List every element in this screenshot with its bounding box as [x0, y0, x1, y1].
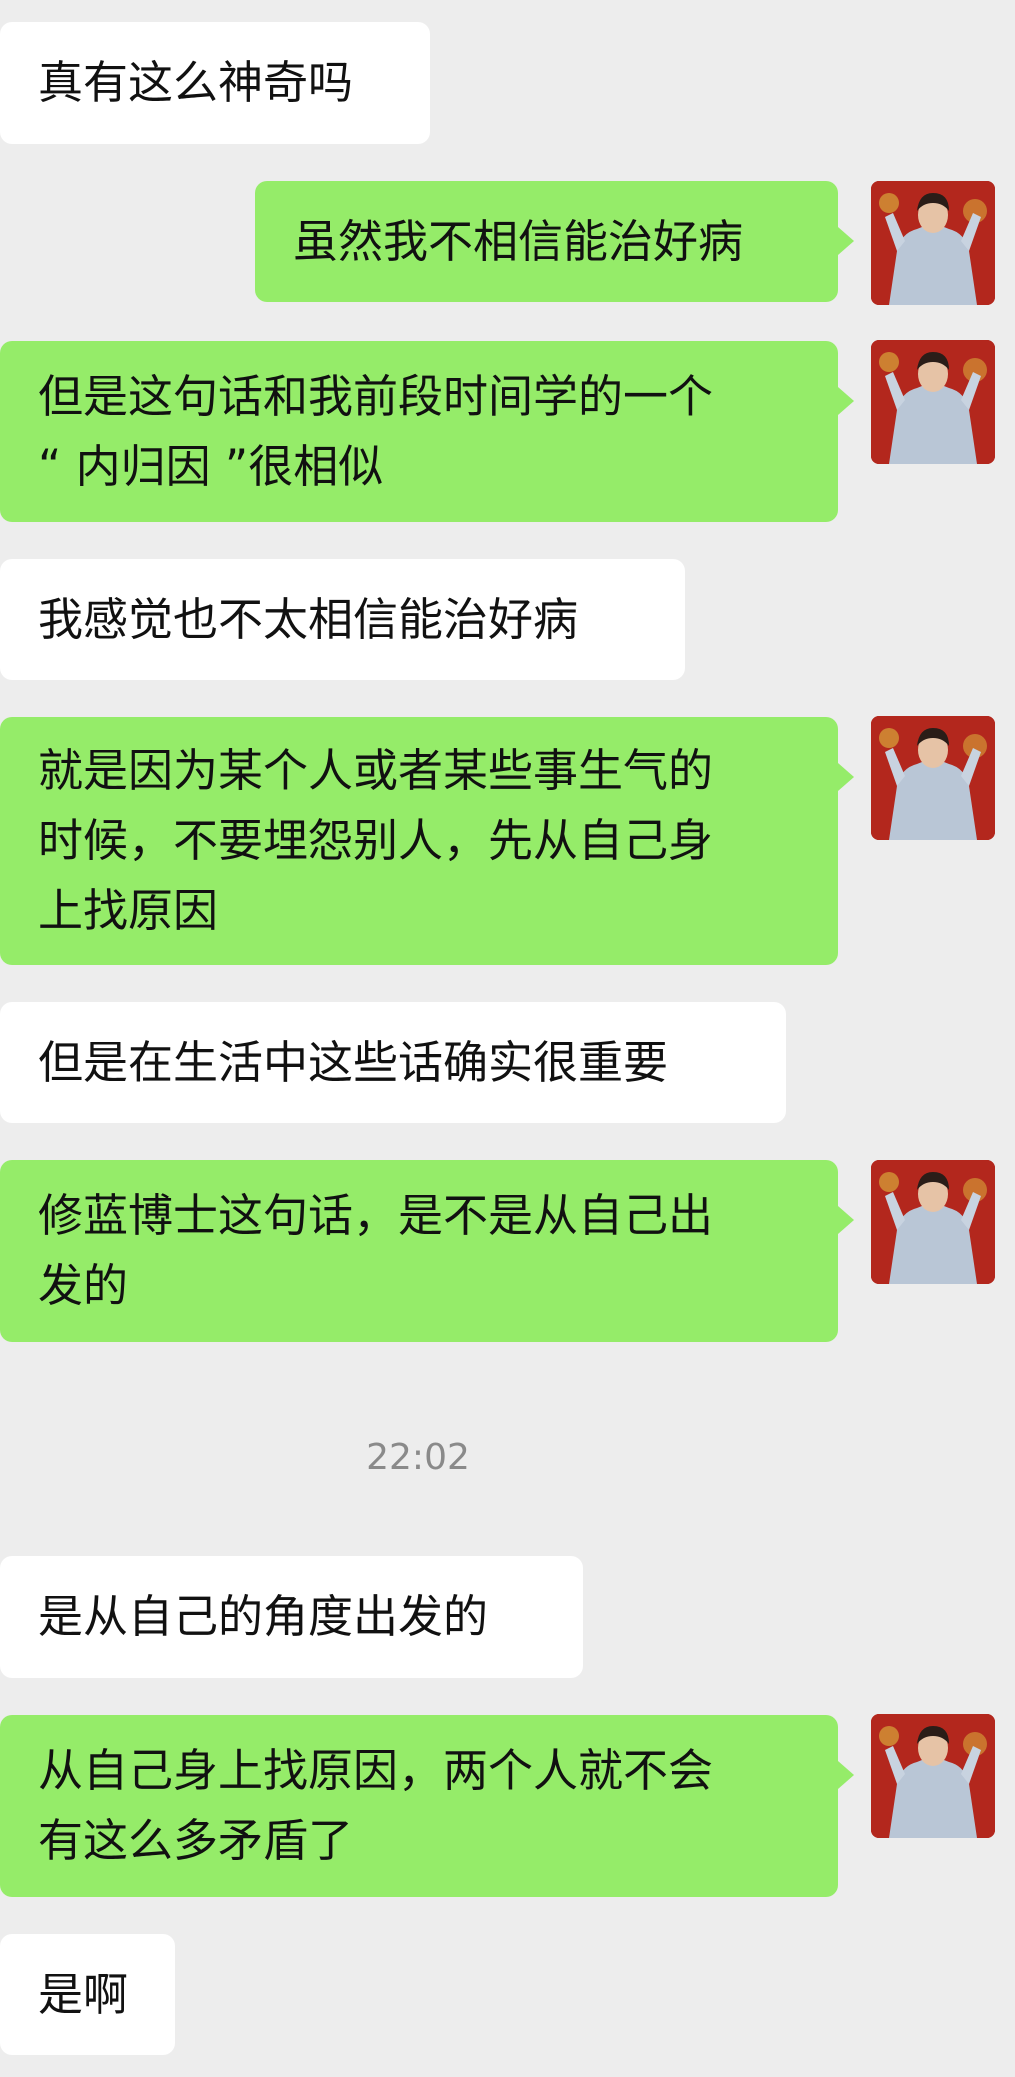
message-bubble-outgoing[interactable]: 虽然我不相信能治好病	[255, 181, 854, 302]
message-bubble-outgoing[interactable]: 从自己身上找原因，两个人就不会 有这么多矛盾了	[0, 1715, 854, 1897]
message-text: 我感觉也不太相信能治好病	[38, 592, 579, 646]
message-bubble-incoming[interactable]: 但是在生活中这些话确实很重要	[0, 1002, 786, 1123]
message-bubble-incoming[interactable]: 是从自己的角度出发的	[0, 1556, 583, 1678]
message-text: 上找原因	[38, 884, 219, 937]
user-avatar-icon[interactable]	[871, 340, 995, 464]
message-text: 虽然我不相信能治好病	[293, 214, 744, 268]
message-text: 从自己身上找原因，两个人就不会	[38, 1744, 714, 1797]
message-text: 时候，不要埋怨别人，先从自己身	[38, 814, 714, 867]
message-text: 就是因为某个人或者某些事生气的	[38, 744, 714, 797]
message-text: 是从自己的角度出发的	[38, 1590, 489, 1643]
message-text: 修蓝博士这句话，是不是从自己出	[38, 1189, 714, 1242]
message-timestamp: 22:02	[366, 1437, 470, 1478]
message-text: 有这么多矛盾了	[38, 1814, 354, 1867]
message-text: 但是这句话和我前段时间学的一个	[38, 369, 714, 423]
message-bubble-outgoing[interactable]: 但是这句话和我前段时间学的一个 “ 内归因 ”很相似	[0, 341, 854, 522]
message-text: “ 内归因 ”很相似	[38, 439, 384, 493]
message-text: 是啊	[38, 1967, 129, 2021]
user-avatar-icon[interactable]	[871, 181, 995, 305]
message-bubble-outgoing[interactable]: 修蓝博士这句话，是不是从自己出 发的	[0, 1160, 854, 1342]
message-text: 发的	[38, 1259, 129, 1312]
message-bubble-outgoing[interactable]: 就是因为某个人或者某些事生气的 时候，不要埋怨别人，先从自己身 上找原因	[0, 717, 854, 965]
user-avatar-icon[interactable]	[871, 1160, 995, 1284]
message-bubble-incoming[interactable]: 真有这么神奇吗	[0, 22, 430, 144]
user-avatar-icon[interactable]	[871, 716, 995, 840]
message-bubble-incoming[interactable]: 我感觉也不太相信能治好病	[0, 559, 685, 680]
message-text: 真有这么神奇吗	[38, 56, 354, 109]
message-bubble-incoming[interactable]: 是啊	[0, 1934, 175, 2055]
chat-window: 真有这么神奇吗 虽然我不相信能治好病 但是这句话和我前段时间学的一个 “ 内归因…	[0, 0, 1015, 2077]
message-text: 但是在生活中这些话确实很重要	[38, 1035, 669, 1089]
user-avatar-icon[interactable]	[871, 1714, 995, 1838]
